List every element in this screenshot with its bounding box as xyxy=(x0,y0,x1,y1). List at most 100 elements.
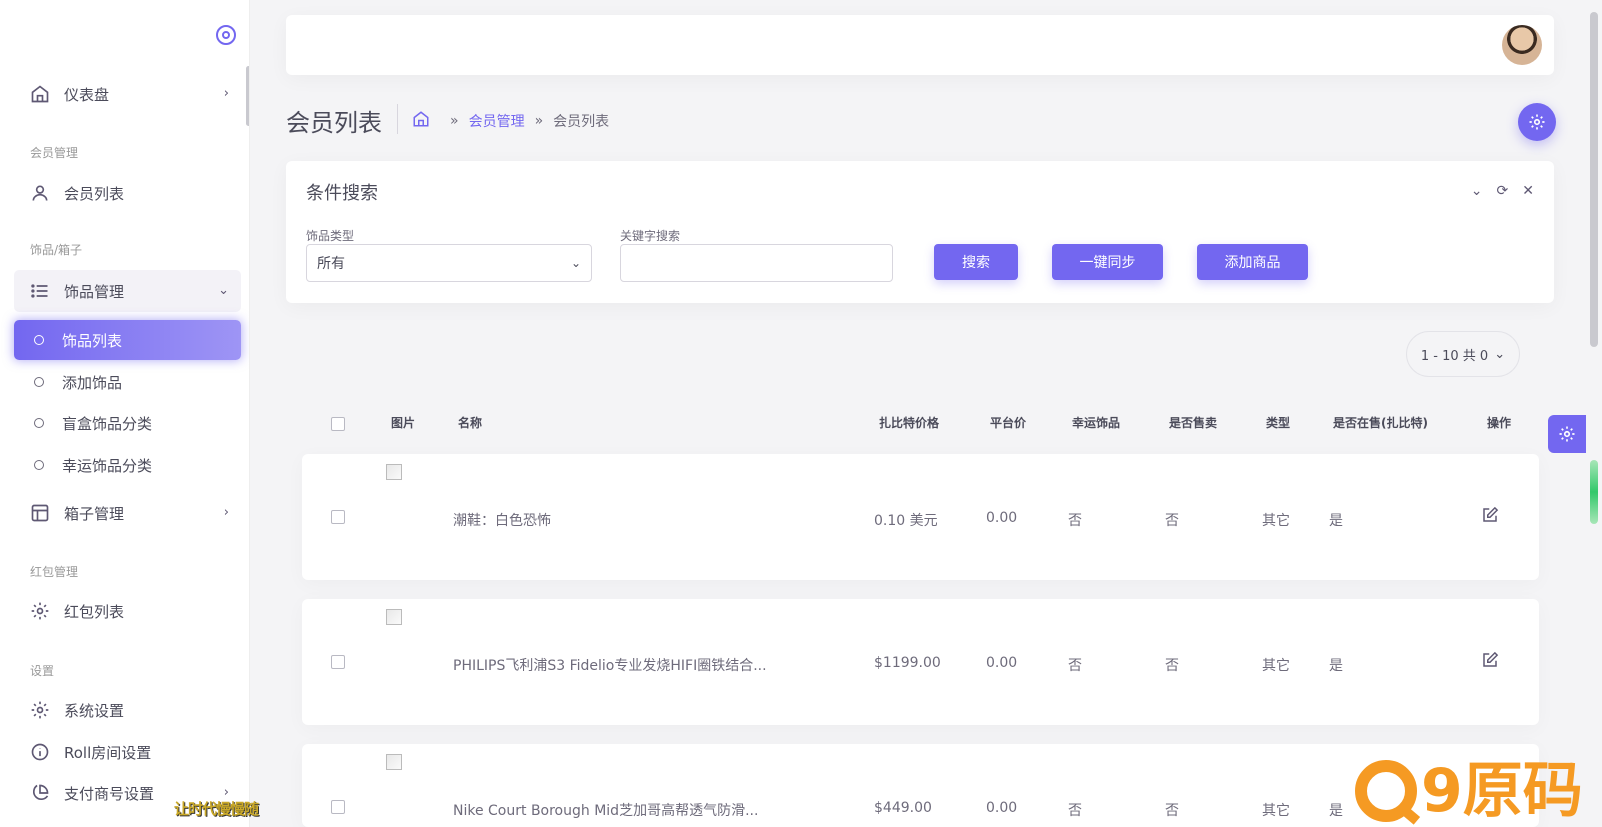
collapse-toggle-icon[interactable] xyxy=(216,25,236,45)
cell-type: 其它 xyxy=(1262,658,1290,674)
list-icon xyxy=(30,281,50,301)
home-icon xyxy=(30,84,50,104)
chevron-down-icon: ⌄ xyxy=(1494,346,1506,362)
sidebar-item-label: 会员列表 xyxy=(64,184,125,203)
col-header-image: 图片 xyxy=(391,416,416,430)
chevron-right-icon: › xyxy=(223,86,229,101)
sidebar-item-label: 添加饰品 xyxy=(62,373,123,392)
sidebar-subitem-lucky-cat[interactable]: 幸运饰品分类 xyxy=(14,445,241,485)
user-icon xyxy=(30,183,50,203)
table-row: PHILIPS飞利浦S3 Fidelio专业发烧HIFI圈铁结合... $119… xyxy=(302,599,1539,725)
cell-on-sale-zbt: 是 xyxy=(1329,803,1343,819)
search-button[interactable]: 搜索 xyxy=(934,244,1018,280)
col-header-for-sale: 是否售卖 xyxy=(1169,416,1218,430)
cell-for-sale: 否 xyxy=(1165,513,1179,529)
cell-for-sale: 否 xyxy=(1165,658,1179,674)
edit-icon[interactable] xyxy=(1481,506,1499,528)
sidebar-item-label: 支付商号设置 xyxy=(64,784,155,803)
sidebar-scrollbar[interactable] xyxy=(246,66,249,126)
chevron-down-icon: ⌄ xyxy=(570,256,581,270)
sidebar-item-item-mgmt[interactable]: 饰品管理 ⌄ xyxy=(14,270,241,312)
sidebar-subitem-add-item[interactable]: 添加饰品 xyxy=(14,362,241,402)
scroll-indicator xyxy=(1590,460,1598,524)
breadcrumb: » 会员管理 » 会员列表 xyxy=(412,110,609,132)
card-controls: ⌄ ⟳ ✕ xyxy=(1471,183,1534,199)
circle-icon xyxy=(34,335,44,345)
page-info: 1 - 10 共 0 xyxy=(1420,348,1489,364)
sidebar-item-label: 幸运饰品分类 xyxy=(62,456,153,475)
cell-platform-price: 0.00 xyxy=(986,800,1018,816)
cell-on-sale-zbt: 是 xyxy=(1329,513,1343,529)
sidebar-item-label: Roll房间设置 xyxy=(64,743,152,762)
edit-icon[interactable] xyxy=(1481,651,1499,673)
cell-lucky: 否 xyxy=(1068,513,1082,529)
page-title: 会员列表 xyxy=(286,109,382,137)
section-label-member: 会员管理 xyxy=(30,146,79,160)
section-label-items: 饰品/箱子 xyxy=(30,243,83,257)
sidebar-subitem-blindbox-cat[interactable]: 盲盒饰品分类 xyxy=(14,403,241,443)
cell-platform-price: 0.00 xyxy=(986,655,1018,671)
refresh-icon[interactable]: ⟳ xyxy=(1497,183,1509,199)
item-type-label: 饰品类型 xyxy=(306,229,355,243)
table-row: 潮鞋：白色恐怖 0.10 美元 0.00 否 否 其它 是 xyxy=(302,454,1539,580)
row-checkbox[interactable] xyxy=(331,655,345,669)
breadcrumb-separator: » xyxy=(450,113,459,129)
collapse-icon[interactable]: ⌄ xyxy=(1471,183,1483,199)
keyword-label: 关键字搜索 xyxy=(620,229,681,243)
sidebar-item-roll-settings[interactable]: Roll房间设置 xyxy=(14,731,241,773)
item-type-select[interactable]: 所有 ⌄ xyxy=(306,244,592,282)
page-scrollbar[interactable] xyxy=(1590,12,1598,347)
add-product-button[interactable]: 添加商品 xyxy=(1197,244,1308,280)
gear-icon xyxy=(30,700,50,720)
chevron-right-icon: › xyxy=(223,505,229,520)
sidebar-item-box-mgmt[interactable]: 箱子管理 › xyxy=(14,492,241,534)
circle-icon xyxy=(34,418,44,428)
gear-icon xyxy=(1559,426,1575,442)
breadcrumb-link-member[interactable]: 会员管理 xyxy=(469,111,525,131)
col-header-type: 类型 xyxy=(1266,416,1291,430)
col-header-platform-price: 平台价 xyxy=(990,416,1027,430)
col-header-lucky: 幸运饰品 xyxy=(1072,416,1121,430)
keyword-input[interactable] xyxy=(620,244,893,282)
close-icon[interactable]: ✕ xyxy=(1522,183,1534,199)
cell-on-sale-zbt: 是 xyxy=(1329,658,1343,674)
search-card-title: 条件搜索 xyxy=(306,183,378,204)
select-all-checkbox[interactable] xyxy=(331,417,345,431)
page-size-select[interactable]: 1 - 10 共 0 ⌄ xyxy=(1406,331,1520,377)
cell-lucky: 否 xyxy=(1068,658,1082,674)
row-checkbox[interactable] xyxy=(331,510,345,524)
sidebar-subitem-item-list[interactable]: 饰品列表 xyxy=(14,320,241,360)
watermark-text: 让时代慢慢随 xyxy=(174,800,259,818)
sidebar-item-sys-settings[interactable]: 系统设置 xyxy=(14,689,241,731)
top-navbar xyxy=(286,15,1554,75)
sidebar-item-dashboard[interactable]: 仪表盘 › xyxy=(14,73,241,115)
cell-for-sale: 否 xyxy=(1165,803,1179,819)
home-icon[interactable] xyxy=(412,110,430,132)
product-image xyxy=(386,464,402,480)
product-image xyxy=(386,609,402,625)
cell-zbt-price: $449.00 xyxy=(874,800,932,816)
avatar[interactable] xyxy=(1502,25,1542,65)
settings-button[interactable] xyxy=(1518,103,1556,141)
sync-button[interactable]: 一键同步 xyxy=(1052,244,1163,280)
search-card: 条件搜索 ⌄ ⟳ ✕ 饰品类型 所有 ⌄ 关键字搜索 搜索 一键同步 添加商品 xyxy=(286,161,1554,303)
cell-zbt-price: 0.10 美元 xyxy=(874,513,938,529)
cell-type: 其它 xyxy=(1262,803,1290,819)
col-header-action: 操作 xyxy=(1487,416,1512,430)
circle-icon xyxy=(34,377,44,387)
sidebar-brand xyxy=(0,0,249,70)
title-divider xyxy=(397,104,398,134)
customizer-toggle-button[interactable] xyxy=(1548,415,1586,453)
sidebar-item-label: 饰品列表 xyxy=(62,331,123,350)
sidebar-item-member-list[interactable]: 会员列表 xyxy=(14,172,241,214)
cell-name: 潮鞋：白色恐怖 xyxy=(453,513,551,529)
sidebar-item-redpacket-list[interactable]: 红包列表 xyxy=(14,590,241,632)
cell-platform-price: 0.00 xyxy=(986,510,1018,526)
sidebar-item-label: 系统设置 xyxy=(64,701,125,720)
col-header-name: 名称 xyxy=(458,416,483,430)
cell-type: 其它 xyxy=(1262,513,1290,529)
breadcrumb-separator: » xyxy=(534,113,544,129)
cell-zbt-price: $1199.00 xyxy=(874,655,941,671)
logo-q-shape xyxy=(1355,760,1417,822)
row-checkbox[interactable] xyxy=(331,800,345,814)
